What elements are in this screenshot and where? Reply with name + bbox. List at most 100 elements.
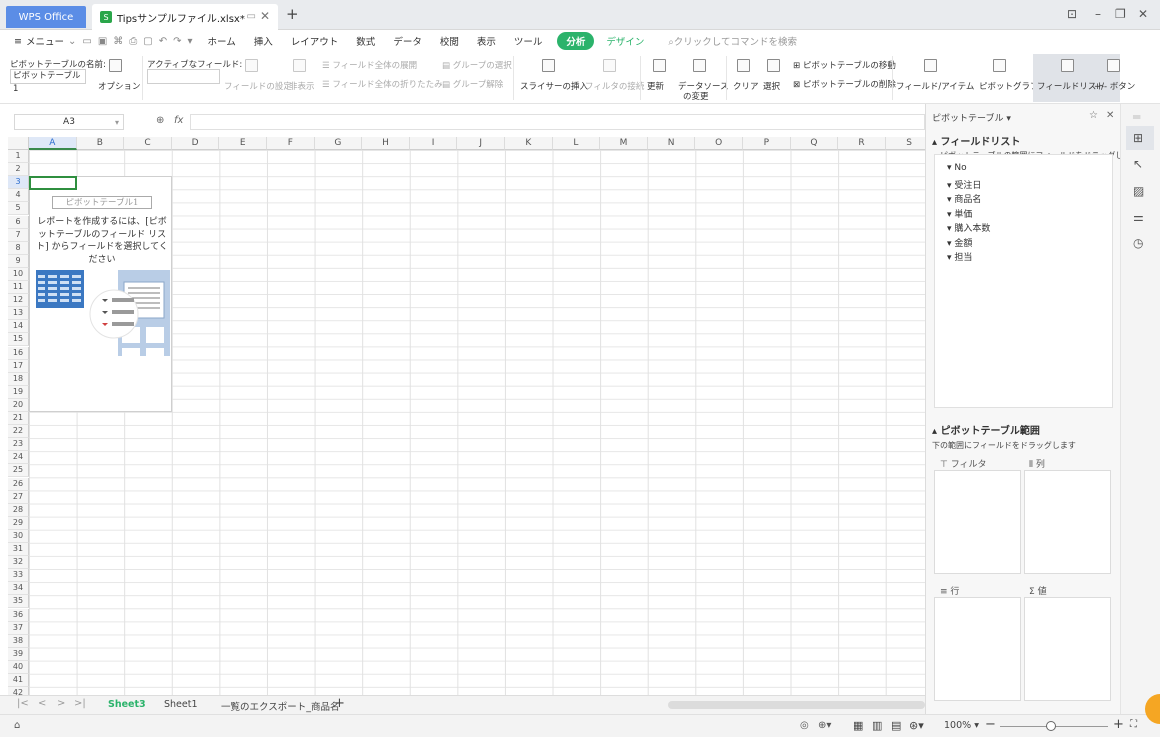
plus-minus-button[interactable]: +/- ボタン — [1094, 80, 1135, 92]
row-header[interactable]: 10 — [8, 267, 29, 281]
row-header[interactable]: 19 — [8, 385, 29, 399]
row-header[interactable]: 25 — [8, 464, 29, 478]
tab-home[interactable]: ホーム — [208, 34, 236, 48]
column-header[interactable]: G — [314, 137, 363, 150]
zoom-out-button[interactable]: − — [985, 717, 996, 732]
close-window-icon[interactable]: ✕ — [1138, 7, 1148, 21]
zoom-level[interactable]: 100% ▾ — [944, 720, 979, 731]
restore-icon[interactable]: ❐ — [1115, 7, 1126, 21]
pivot-pane-icon[interactable]: ⊞ — [1133, 131, 1143, 145]
quick-access-more-icon[interactable]: ▾ — [188, 36, 193, 47]
page-break-icon[interactable]: ▤ — [891, 719, 901, 732]
formula-input[interactable] — [190, 114, 925, 130]
row-header[interactable]: 31 — [8, 543, 29, 557]
column-header[interactable]: K — [505, 137, 553, 150]
row-header[interactable]: 38 — [8, 634, 29, 648]
chevron-down-icon[interactable]: ⌄ — [68, 36, 76, 47]
tab-design[interactable]: デザイン — [606, 34, 644, 48]
add-sheet-button[interactable]: + — [334, 696, 345, 711]
column-header[interactable]: E — [219, 137, 267, 150]
row-header[interactable]: 5 — [8, 202, 29, 216]
column-header[interactable]: C — [124, 137, 172, 150]
row-header[interactable]: 20 — [8, 398, 29, 412]
row-header[interactable]: 8 — [8, 241, 29, 255]
reading-mode-icon[interactable]: ⊛▾ — [909, 719, 924, 732]
row-header[interactable]: 15 — [8, 333, 29, 347]
row-header[interactable]: 2 — [8, 163, 29, 177]
column-header[interactable]: H — [362, 137, 410, 150]
horizontal-scrollbar[interactable] — [668, 701, 925, 709]
command-search[interactable]: ⌕クリックしてコマンドを検索 — [668, 34, 797, 48]
row-header[interactable]: 42 — [8, 687, 29, 695]
row-header[interactable]: 6 — [8, 215, 29, 229]
row-header[interactable]: 36 — [8, 608, 29, 622]
next-sheet-icon[interactable]: > — [57, 698, 65, 709]
preview-icon[interactable]: ▢ — [143, 36, 152, 47]
row-header[interactable]: 30 — [8, 529, 29, 543]
row-header[interactable]: 7 — [8, 228, 29, 242]
row-drop-area[interactable] — [934, 597, 1021, 701]
tab-layout[interactable]: レイアウト — [291, 34, 339, 48]
image-icon[interactable]: ▨ — [1133, 184, 1144, 198]
column-header[interactable]: F — [267, 137, 315, 150]
field-item[interactable]: ▾ 購入本数 — [947, 221, 990, 234]
field-item[interactable]: ▾ 金額 — [947, 236, 972, 249]
data-source-button-line2[interactable]: の変更 — [683, 90, 709, 102]
column-header[interactable]: Q — [790, 137, 839, 150]
fullscreen-icon[interactable]: ⛶ — [1130, 719, 1137, 730]
column-header[interactable]: M — [600, 137, 648, 150]
new-tab-button[interactable]: + — [286, 5, 299, 23]
column-drop-area[interactable] — [1024, 470, 1111, 574]
history-icon[interactable]: ◷ — [1133, 236, 1143, 250]
minimize-icon[interactable]: – — [1095, 7, 1101, 21]
row-header[interactable]: 32 — [8, 556, 29, 570]
redo-icon[interactable]: ↷ — [173, 36, 181, 47]
chevron-down-icon[interactable]: ▾ — [115, 118, 119, 127]
field-settings-button[interactable]: フィールドの設定 — [224, 80, 292, 92]
last-sheet-icon[interactable]: >| — [74, 698, 86, 709]
column-header[interactable]: S — [885, 137, 925, 150]
protect-icon[interactable]: ◎ — [800, 720, 809, 731]
insert-slicer-button[interactable]: スライサーの挿入 — [520, 80, 588, 92]
row-header[interactable]: 24 — [8, 451, 29, 465]
row-header[interactable]: 27 — [8, 490, 29, 504]
row-header[interactable]: 16 — [8, 346, 29, 360]
row-header[interactable]: 11 — [8, 281, 29, 295]
field-item[interactable]: ▾ 担当 — [947, 250, 972, 263]
filter-connect-button[interactable]: フィルタの接続 — [585, 80, 644, 92]
zoom-in-button[interactable]: + — [1113, 717, 1124, 732]
tab-insert[interactable]: 挿入 — [254, 34, 273, 48]
page-layout-icon[interactable]: ▥ — [872, 719, 882, 732]
row-header[interactable]: 41 — [8, 674, 29, 688]
menu-button[interactable]: メニュー — [26, 34, 64, 48]
row-header[interactable]: 1 — [8, 150, 29, 164]
move-pivot-button[interactable]: ⊞ ピボットテーブルの移動 — [793, 59, 896, 71]
tab-data[interactable]: データ — [393, 34, 422, 48]
tab-view[interactable]: 表示 — [477, 34, 496, 48]
layout-icon[interactable]: ⊡ — [1067, 7, 1077, 21]
sheet-tab-export[interactable]: 一覧のエクスポート_商品名 — [221, 699, 339, 713]
field-item[interactable]: ▾ No — [947, 163, 967, 173]
prev-sheet-icon[interactable]: < — [38, 698, 46, 709]
row-header[interactable]: 22 — [8, 425, 29, 439]
close-pane-icon[interactable]: ✕ — [1106, 110, 1114, 121]
delete-pivot-button[interactable]: ⊠ ピボットテーブルの削除 — [793, 78, 896, 90]
macro-icon[interactable]: ⌂ — [14, 720, 20, 731]
tab-analyze[interactable]: 分析 — [557, 32, 595, 50]
close-tab-icon[interactable]: ✕ — [260, 9, 270, 23]
expand-all-button[interactable]: ☰ フィールド全体の展開 — [322, 59, 417, 71]
pane-title[interactable]: ピボットテーブル ▾ — [932, 111, 1011, 124]
open-icon[interactable]: ▭ — [82, 36, 91, 47]
row-header[interactable]: 21 — [8, 412, 29, 426]
select-cursor-icon[interactable]: ↖ — [1133, 157, 1143, 171]
active-field-input[interactable] — [147, 69, 220, 84]
select-button[interactable]: 選択 — [763, 80, 780, 92]
column-header[interactable]: D — [171, 137, 220, 150]
row-header[interactable]: 35 — [8, 595, 29, 609]
row-header[interactable]: 33 — [8, 569, 29, 583]
column-header[interactable]: N — [647, 137, 696, 150]
collapse-all-button[interactable]: ☰ フィールド全体の折りたたみ — [322, 78, 443, 90]
hamburger-icon[interactable]: ≡ — [14, 36, 22, 47]
row-header[interactable]: 37 — [8, 621, 29, 635]
input-method-icon[interactable]: ⊕▾ — [818, 720, 831, 731]
